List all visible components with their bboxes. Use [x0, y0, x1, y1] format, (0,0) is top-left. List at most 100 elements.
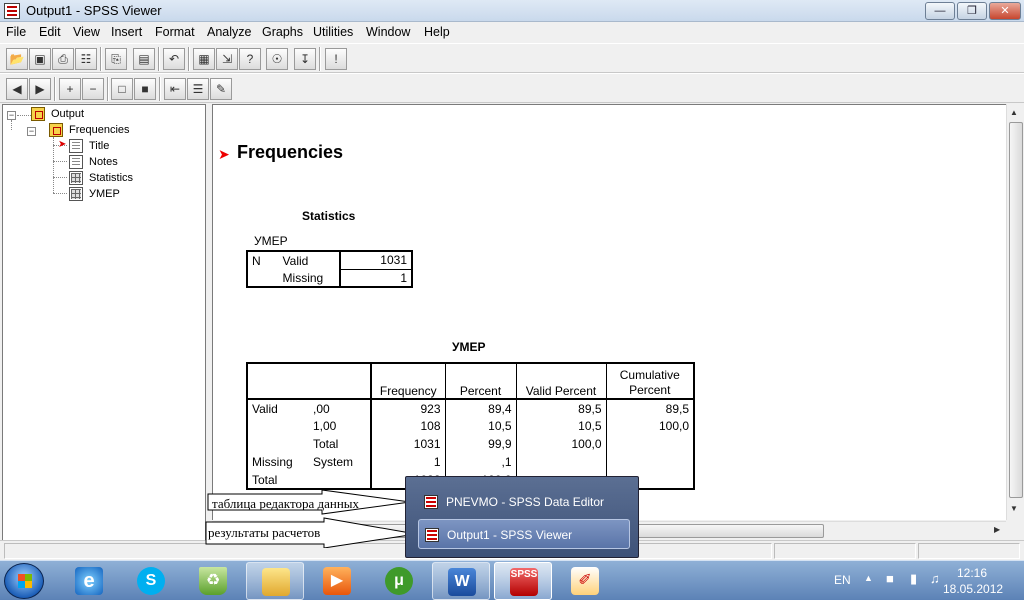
windows-logo-icon — [18, 574, 32, 588]
print-preview-icon[interactable]: ☷ — [75, 48, 97, 70]
collapse-icon[interactable]: − — [7, 111, 16, 120]
outline-item-statistics[interactable]: Statistics — [89, 170, 133, 186]
vertical-scrollbar[interactable]: ▲ ▼ — [1006, 104, 1024, 520]
scroll-down-icon[interactable]: ▼ — [1010, 504, 1018, 513]
statistics-table: N Valid 1031 Missing 1 — [246, 250, 413, 288]
designate-window-icon[interactable]: ! — [325, 48, 347, 70]
open-icon[interactable]: 📂 — [6, 48, 28, 70]
export-icon[interactable]: ⎘ — [105, 48, 127, 70]
window-title: Output1 - SPSS Viewer — [26, 3, 162, 18]
volume-icon[interactable]: ♫ — [930, 571, 940, 586]
status-panel — [774, 543, 916, 559]
menu-utilities[interactable]: Utilities — [313, 25, 353, 39]
outline-item-umer[interactable]: УМЕР — [89, 186, 120, 202]
frequency-header: Frequency — [371, 363, 446, 400]
menu-edit[interactable]: Edit — [39, 25, 61, 39]
menu-analyze[interactable]: Analyze — [207, 25, 251, 39]
status-panel — [918, 543, 1020, 559]
percent-cell: 99,9 — [445, 435, 517, 453]
frequency-cell: 1031 — [371, 435, 446, 453]
percent-cell: ,1 — [445, 453, 517, 471]
frequency-cell: 923 — [371, 399, 446, 417]
toolbar-separator — [188, 47, 190, 71]
menu-graphs[interactable]: Graphs — [262, 25, 303, 39]
goto-data-icon[interactable]: ▦ — [193, 48, 215, 70]
taskbar-paint[interactable]: ✐ — [556, 562, 614, 600]
promote-arrow-left-icon[interactable]: ◀ — [6, 78, 28, 100]
close-button[interactable]: ✕ — [989, 2, 1021, 20]
recall-dialog-icon[interactable]: ▤ — [133, 48, 155, 70]
menu-view[interactable]: View — [73, 25, 100, 39]
skype-icon: S — [137, 567, 165, 595]
collapse-minus-icon[interactable]: − — [82, 78, 104, 100]
scroll-up-icon[interactable]: ▲ — [1010, 108, 1018, 117]
scroll-right-icon[interactable]: ▶ — [994, 525, 1000, 534]
menu-insert[interactable]: Insert — [111, 25, 142, 39]
language-indicator[interactable]: EN — [834, 573, 851, 587]
taskbar-media-player[interactable]: ▶ — [308, 562, 366, 600]
insert-text-icon[interactable]: ✎ — [210, 78, 232, 100]
start-button[interactable] — [4, 563, 44, 599]
menu-format[interactable]: Format — [155, 25, 195, 39]
undo-icon[interactable]: ↶ — [163, 48, 185, 70]
maximize-button[interactable]: ❐ — [957, 2, 987, 20]
frequency-table-title: УМЕР — [452, 340, 486, 354]
taskbar-utorrent[interactable]: μ — [370, 562, 428, 600]
frequency-cell: 1 — [371, 453, 446, 471]
outline-pane[interactable]: − Output − Frequencies ➤ Title Notes Sta… — [2, 104, 206, 545]
vertical-scroll-thumb[interactable] — [1009, 122, 1023, 498]
clock-date[interactable]: 18.05.2012 — [943, 582, 1003, 596]
title-doc-icon — [69, 139, 83, 153]
valid-percent-cell — [516, 453, 607, 471]
print-icon[interactable]: ⎙ — [52, 48, 74, 70]
collapse-icon[interactable]: − — [27, 127, 36, 136]
frequency-table: Frequency Percent Valid Percent Cumulati… — [246, 362, 695, 490]
recycle-bin-icon: ♻ — [199, 567, 227, 595]
taskbar-skype[interactable]: S — [122, 562, 180, 600]
insert-title-icon[interactable]: ☰ — [187, 78, 209, 100]
media-player-icon: ▶ — [323, 567, 351, 595]
outline-item-output[interactable]: Output — [51, 106, 84, 122]
outline-item-notes[interactable]: Notes — [89, 154, 118, 170]
expand-plus-icon[interactable]: + — [59, 78, 81, 100]
taskbar-spss[interactable]: SPSS — [494, 562, 552, 600]
statistics-table-icon — [69, 171, 83, 185]
goto-case-icon[interactable]: ⇲ — [216, 48, 238, 70]
demote-arrow-right-icon[interactable]: ▶ — [29, 78, 51, 100]
tray-expand-icon[interactable]: ▲ — [864, 573, 873, 583]
taskbar-ie[interactable]: e — [60, 562, 118, 600]
valid-percent-cell: 89,5 — [516, 399, 607, 417]
word-icon: W — [448, 568, 476, 596]
insert-cases-icon[interactable]: ↧ — [294, 48, 316, 70]
outline-item-frequencies[interactable]: Frequencies — [69, 122, 130, 138]
outline-item-title[interactable]: Title — [89, 138, 109, 154]
taskbar-explorer[interactable] — [246, 562, 304, 600]
variables-icon[interactable]: ? — [239, 48, 261, 70]
current-item-arrow-icon: ➤ — [218, 146, 230, 162]
save-icon[interactable]: ▣ — [29, 48, 51, 70]
taskbar-recycle[interactable]: ♻ — [184, 562, 242, 600]
utorrent-icon: μ — [385, 567, 413, 595]
signal-icon[interactable]: ▮ — [910, 571, 917, 587]
toolbar-separator — [158, 47, 160, 71]
show-icon[interactable]: □ — [111, 78, 133, 100]
minimize-button[interactable]: — — [925, 2, 955, 20]
window-item-viewer[interactable]: Output1 - SPSS Viewer — [418, 519, 630, 549]
menu-window[interactable]: Window — [366, 25, 410, 39]
menu-file[interactable]: File — [6, 25, 26, 39]
menu-help[interactable]: Help — [424, 25, 450, 39]
statistics-n-label: N — [252, 253, 261, 268]
statistics-variable-label: УМЕР — [254, 234, 288, 248]
percent-header: Percent — [445, 363, 517, 400]
data-editor-callout: таблица редактора данных — [212, 496, 360, 511]
find-icon[interactable]: ☉ — [266, 48, 288, 70]
clock-time[interactable]: 12:16 — [957, 566, 987, 580]
network-icon[interactable]: ■ — [886, 571, 894, 586]
taskbar-word[interactable]: W — [432, 562, 490, 600]
hide-icon[interactable]: ■ — [134, 78, 156, 100]
title-bar: Output1 - SPSS Viewer — ❐ ✕ — [0, 0, 1024, 22]
window-item-data-editor[interactable]: PNEVMO - SPSS Data Editor — [418, 487, 630, 517]
cumulative-cell — [606, 435, 694, 453]
output-heading: Frequencies — [237, 142, 344, 162]
insert-heading-icon[interactable]: ⇤ — [164, 78, 186, 100]
